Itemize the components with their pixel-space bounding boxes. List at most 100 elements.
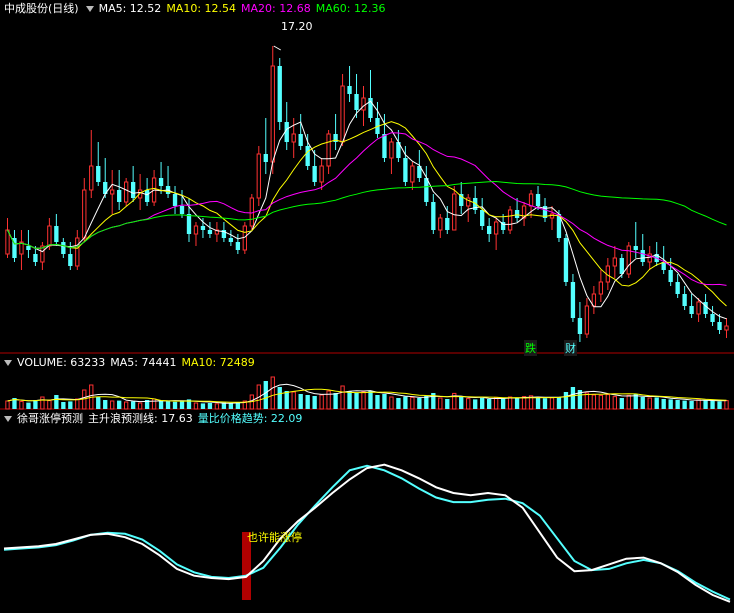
candle-body [96,166,101,182]
volume-bar [493,396,499,410]
volume-bar [158,401,164,409]
vol-ma5-readout: MA5: 74441 [110,356,177,369]
event-badge[interactable]: 财 [564,340,577,356]
volume-bar [703,400,708,409]
candle-body [493,221,499,235]
candle-body [710,314,715,322]
volume-bar [389,396,394,410]
volume-bar [605,394,611,410]
candle-body [228,238,234,242]
event-badge[interactable]: 跌 [524,340,537,356]
candle-body [361,97,366,111]
volume-bar [207,403,213,409]
ma20-readout: MA20: 12.68 [241,2,311,15]
main-chart-header: 中成股份(日线) MA5: 12.52 MA10: 12.54 MA20: 12.68… [4,2,390,16]
candle-body [410,165,415,183]
candle-body [640,250,645,262]
dropdown-arrow-icon[interactable] [4,359,12,366]
ma60-line [7,180,727,249]
volume-bar [403,396,408,409]
candle-body [172,194,178,206]
volume-bar [110,400,115,410]
volume-bar [682,400,687,409]
volume-bar [459,397,464,409]
volume-bar [214,403,220,410]
volume-bar [61,402,66,409]
candle-body [598,281,604,295]
candle-body [514,210,520,218]
candle-body [242,225,248,251]
volume-bar [514,398,520,409]
volume-bar [68,401,73,409]
candle-body [438,217,443,231]
candle-body [123,181,129,203]
candle-body [389,141,394,159]
volume-bar [368,391,373,409]
ma10-readout: MA10: 12.54 [166,2,237,15]
stock-chart-canvas [0,45,734,603]
candle-body [703,302,708,314]
volume-bar [319,394,324,410]
volume-bar [193,402,199,410]
candle-body [452,193,457,231]
volume-bar [668,399,673,409]
volume-readout: VOLUME: 63233 [17,356,106,369]
volume-bar [396,398,401,409]
volume-header: VOLUME: 63233 MA5: 74441 MA10: 72489 [4,356,260,370]
volume-bar [340,385,345,410]
volume-bar [19,400,24,410]
ma5-line [7,100,727,320]
dropdown-arrow-icon[interactable] [4,415,12,422]
volume-bar [47,400,52,410]
volume-bar [549,397,555,410]
volume-bar [535,397,541,409]
volume-bar [137,402,143,410]
candle-body [682,294,687,306]
candle-body [26,246,31,250]
candle-body [633,246,638,250]
dropdown-arrow-icon[interactable] [85,5,94,12]
volume-bar [151,398,157,410]
volume-bar [480,398,485,409]
candle-body [256,153,261,199]
volume-bar [500,398,506,409]
candle-body [549,213,555,219]
volume-bar [5,400,10,410]
ma5-readout: MA5: 12.52 [98,2,162,15]
candle-body [186,214,192,234]
candle-body [249,197,254,227]
indicator-header: 徐哥涨停预测 主升浪预测线: 17.63 量比价格趋势: 22.09 [4,412,307,426]
volume-bar [410,396,415,410]
candle-body [158,178,164,186]
volume-bar [117,400,122,409]
candle-body [577,318,583,334]
candle-body [312,166,317,182]
candle-body [5,229,10,255]
candle-body [403,158,408,182]
candle-body [305,146,310,166]
candle-body [340,85,345,143]
candle-body [347,86,352,94]
candle-body [507,209,513,231]
candle-body [717,322,722,330]
volume-bar [507,396,513,410]
volume-bar [626,394,631,410]
candle-body [354,94,359,110]
signal-label: 也许能涨停 [247,531,302,544]
volume-bar [165,401,171,409]
volume-bar [291,391,296,410]
volume-bar [598,394,604,410]
volume-bar [724,400,729,410]
volume-bar [486,399,492,409]
candle-body [445,218,450,230]
candle-body [277,66,282,122]
candle-body [75,237,80,267]
candle-body [382,134,387,158]
volume-bar [103,400,108,409]
volume-bar [298,394,303,409]
volume-bar [312,396,317,409]
volume-bar [382,394,387,409]
candle-body [263,154,268,162]
candle-body [563,238,569,282]
indicator-line2-readout: 量比价格趋势: 22.09 [197,412,303,425]
